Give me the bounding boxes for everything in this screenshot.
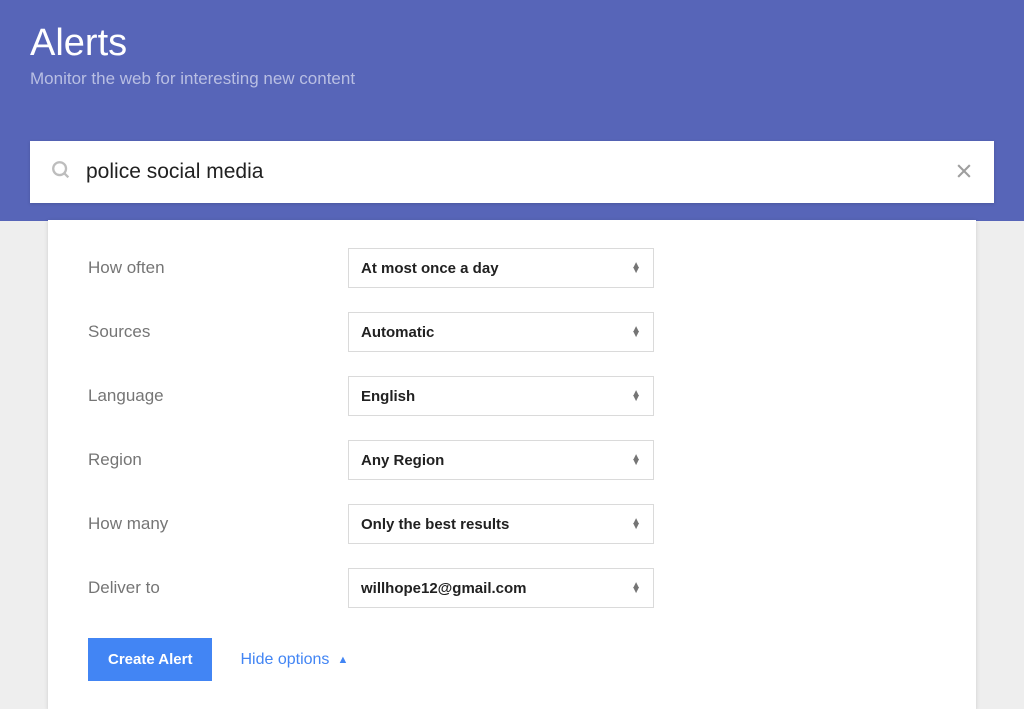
row-how-often: How often At most once a day ▲▼ [88,248,936,288]
select-how-many[interactable]: Only the best results ▲▼ [348,504,654,544]
label-how-often: How often [88,258,348,278]
clear-icon[interactable] [954,159,974,185]
select-arrows-icon: ▲▼ [631,583,641,593]
select-how-often[interactable]: At most once a day ▲▼ [348,248,654,288]
row-how-many: How many Only the best results ▲▼ [88,504,936,544]
select-arrows-icon: ▲▼ [631,327,641,337]
create-alert-button[interactable]: Create Alert [88,638,212,681]
page-subtitle: Monitor the web for interesting new cont… [30,69,994,89]
select-language[interactable]: English ▲▼ [348,376,654,416]
select-arrows-icon: ▲▼ [631,263,641,273]
search-bar [30,141,994,203]
page-title: Alerts [30,22,994,65]
select-value: English [361,388,415,405]
select-value: Only the best results [361,516,509,533]
search-icon [50,159,72,186]
select-sources[interactable]: Automatic ▲▼ [348,312,654,352]
options-card: How often At most once a day ▲▼ Sources … [48,220,976,709]
label-deliver-to: Deliver to [88,578,348,598]
row-region: Region Any Region ▲▼ [88,440,936,480]
label-how-many: How many [88,514,348,534]
chevron-up-icon: ▲ [337,654,348,666]
select-region[interactable]: Any Region ▲▼ [348,440,654,480]
select-value: Any Region [361,452,444,469]
row-deliver-to: Deliver to willhope12@gmail.com ▲▼ [88,568,936,608]
select-arrows-icon: ▲▼ [631,519,641,529]
select-value: Automatic [361,324,434,341]
label-language: Language [88,386,348,406]
content-area: How often At most once a day ▲▼ Sources … [0,220,1024,709]
hide-options-label: Hide options [240,651,329,669]
select-arrows-icon: ▲▼ [631,391,641,401]
header-banner: Alerts Monitor the web for interesting n… [0,0,1024,221]
hide-options-link[interactable]: Hide options ▲ [240,651,348,669]
select-value: At most once a day [361,260,499,277]
header: Alerts Monitor the web for interesting n… [0,0,1024,119]
select-value: willhope12@gmail.com [361,580,527,597]
row-language: Language English ▲▼ [88,376,936,416]
label-region: Region [88,450,348,470]
row-sources: Sources Automatic ▲▼ [88,312,936,352]
label-sources: Sources [88,322,348,342]
select-arrows-icon: ▲▼ [631,455,641,465]
actions-row: Create Alert Hide options ▲ [88,638,936,681]
search-input[interactable] [86,160,954,184]
select-deliver-to[interactable]: willhope12@gmail.com ▲▼ [348,568,654,608]
